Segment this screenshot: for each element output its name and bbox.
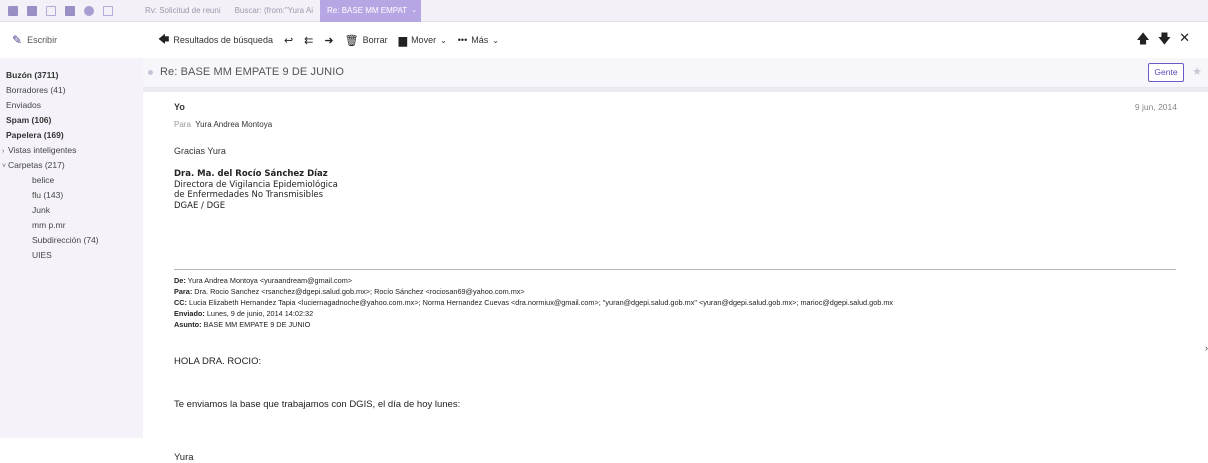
sidebar-item-spam[interactable]: Spam (106): [0, 113, 143, 128]
mail-app-icon[interactable]: [8, 5, 18, 16]
folder-icon: ▆: [398, 34, 408, 47]
app-switcher: [0, 5, 138, 16]
divider: [143, 88, 1208, 92]
sidebar-item-smart-views[interactable]: › Vistas inteligentes: [0, 143, 143, 158]
unread-dot-icon: [148, 70, 153, 75]
sidebar-item-uies[interactable]: UIES: [0, 248, 143, 263]
forward-icon: ➜: [324, 34, 334, 47]
quoted-closing: Yura: [174, 452, 194, 463]
sidebar-item-label: Vistas inteligentes: [8, 145, 77, 155]
arrow-down-icon[interactable]: 🡇: [1158, 30, 1171, 52]
quoted-subject-line: Asunto: BASE MM EMPATE 9 DE JUNIO: [174, 320, 311, 329]
toolbar: ✎ Escribir 🡄 Resultados de búsqueda ↩ ⇇ …: [0, 22, 1208, 58]
chevron-down-icon: ⌄: [440, 35, 447, 45]
signature-block: Dra. Ma. del Rocío Sánchez Díaz Director…: [174, 169, 338, 211]
sidebar-item-inbox[interactable]: Buzón (3711): [0, 68, 143, 83]
back-to-results-button[interactable]: 🡄 Resultados de búsqueda: [158, 31, 273, 50]
notepad-app-icon[interactable]: [65, 5, 75, 16]
move-label: Mover: [411, 35, 437, 45]
to-prefix: Para: [174, 120, 191, 129]
message-pane: Re: BASE MM EMPATE 9 DE JUNIO Gente ★ Yo…: [143, 58, 1208, 463]
signature-line: DGAE / DGE: [174, 200, 226, 211]
quoted-salutation: HOLA DRA. ROCIO:: [174, 356, 262, 367]
tab-bar: Rv: Solicitud de reuni Buscar: (from:"Yu…: [0, 0, 1208, 22]
sidebar-item-trash[interactable]: Papelera (169): [0, 128, 143, 143]
forward-button[interactable]: ➜: [324, 34, 333, 47]
dots-icon: •••: [457, 35, 468, 45]
sidebar-item-drafts[interactable]: Borradores (41): [0, 83, 143, 98]
reply-button[interactable]: ↩: [284, 34, 293, 47]
trash-icon: 🗑: [344, 34, 359, 47]
delete-button[interactable]: 🗑 Borrar: [345, 34, 388, 47]
compose-label: Escribir: [27, 35, 58, 45]
recipient-name[interactable]: Yura Andrea Montoya: [195, 120, 272, 129]
close-icon[interactable]: ✕: [1179, 30, 1190, 52]
move-button[interactable]: ▆ Mover ⌄: [399, 34, 447, 47]
sidebar-item-junk[interactable]: Junk: [0, 203, 143, 218]
message-date: 9 jun, 2014: [1134, 102, 1177, 112]
quote-divider: [174, 269, 1176, 270]
folder-sidebar: Buzón (3711) Borradores (41) Enviados Sp…: [0, 58, 143, 438]
reply-all-icon: ⇇: [304, 34, 314, 47]
sidebar-item-label: Carpetas (217): [8, 160, 65, 170]
more-button[interactable]: ••• Más ⌄: [458, 35, 499, 45]
star-icon[interactable]: ★: [1192, 65, 1202, 78]
quoted-cc-line: CC: Lucia Elizabeth Hernandez Tapia <luc…: [174, 298, 894, 307]
signature-name: Dra. Ma. del Rocío Sánchez Díaz: [174, 169, 328, 179]
sidebar-item-belice[interactable]: belice: [0, 173, 143, 188]
message-subject: Re: BASE MM EMPATE 9 DE JUNIO: [160, 66, 345, 78]
more-label: Más: [471, 35, 489, 45]
sidebar-item-subdireccion[interactable]: Subdirección (74): [0, 233, 143, 248]
subject-bar: Re: BASE MM EMPATE 9 DE JUNIO Gente ★: [143, 58, 1208, 88]
tab-buscar[interactable]: Buscar: (from:"Yura Ai: [228, 0, 320, 22]
people-button[interactable]: Gente: [1148, 63, 1184, 82]
signature-line: Directora de Vigilancia Epidemiológica: [174, 179, 338, 190]
newsfeed-app-icon[interactable]: [103, 5, 113, 16]
quoted-from-line: De: Yura Andrea Montoya <yuraandream@gma…: [174, 276, 353, 285]
pencil-icon: ✎: [12, 33, 23, 47]
messenger-app-icon[interactable]: [84, 5, 94, 16]
calendar-app-icon[interactable]: [46, 5, 56, 16]
recipient-line: Para Yura Andrea Montoya: [174, 120, 272, 129]
message-nav: 🡅 🡇 ✕: [1136, 30, 1190, 52]
chevron-down-icon: ⌄: [492, 35, 499, 45]
greeting-text: Gracias Yura: [174, 146, 226, 156]
arrow-up-icon[interactable]: 🡅: [1136, 30, 1149, 52]
back-to-results-label: Resultados de búsqueda: [173, 35, 273, 45]
quoted-header: De: Yura Andrea Montoya <yuraandream@gma…: [174, 275, 893, 330]
delete-label: Borrar: [362, 35, 388, 45]
sidebar-item-mm-pmr[interactable]: mm p.mr: [0, 218, 143, 233]
sidebar-item-flu[interactable]: flu (143): [0, 188, 143, 203]
quoted-to-line: Para: Dra. Rocio Sanchez <rsanchez@dgepi…: [174, 287, 525, 296]
compose-button[interactable]: ✎ Escribir: [0, 33, 158, 47]
sidebar-item-sent[interactable]: Enviados: [0, 98, 143, 113]
tab-base-mm[interactable]: Re: BASE MM EMPAT: [320, 0, 415, 22]
signature-line: de Enfermedades No Transmisibles: [174, 190, 324, 200]
arrow-left-icon: 🡄: [158, 33, 170, 46]
reply-icon: ↩: [283, 34, 294, 47]
tab-menu-chevron-icon[interactable]: ⌄: [411, 0, 422, 22]
sender-name[interactable]: Yo: [174, 102, 185, 112]
reply-all-button[interactable]: ⇇: [304, 34, 313, 47]
tab-solicitud[interactable]: Rv: Solicitud de reuni: [138, 0, 228, 22]
quoted-sent-line: Enviado: Lunes, 9 de junio, 2014 14:02:3…: [174, 309, 314, 318]
quoted-body-text: Te enviamos la base que trabajamos con D…: [174, 399, 461, 410]
contacts-app-icon[interactable]: [27, 5, 37, 16]
sidebar-item-folders[interactable]: ˅ Carpetas (217): [0, 158, 143, 173]
